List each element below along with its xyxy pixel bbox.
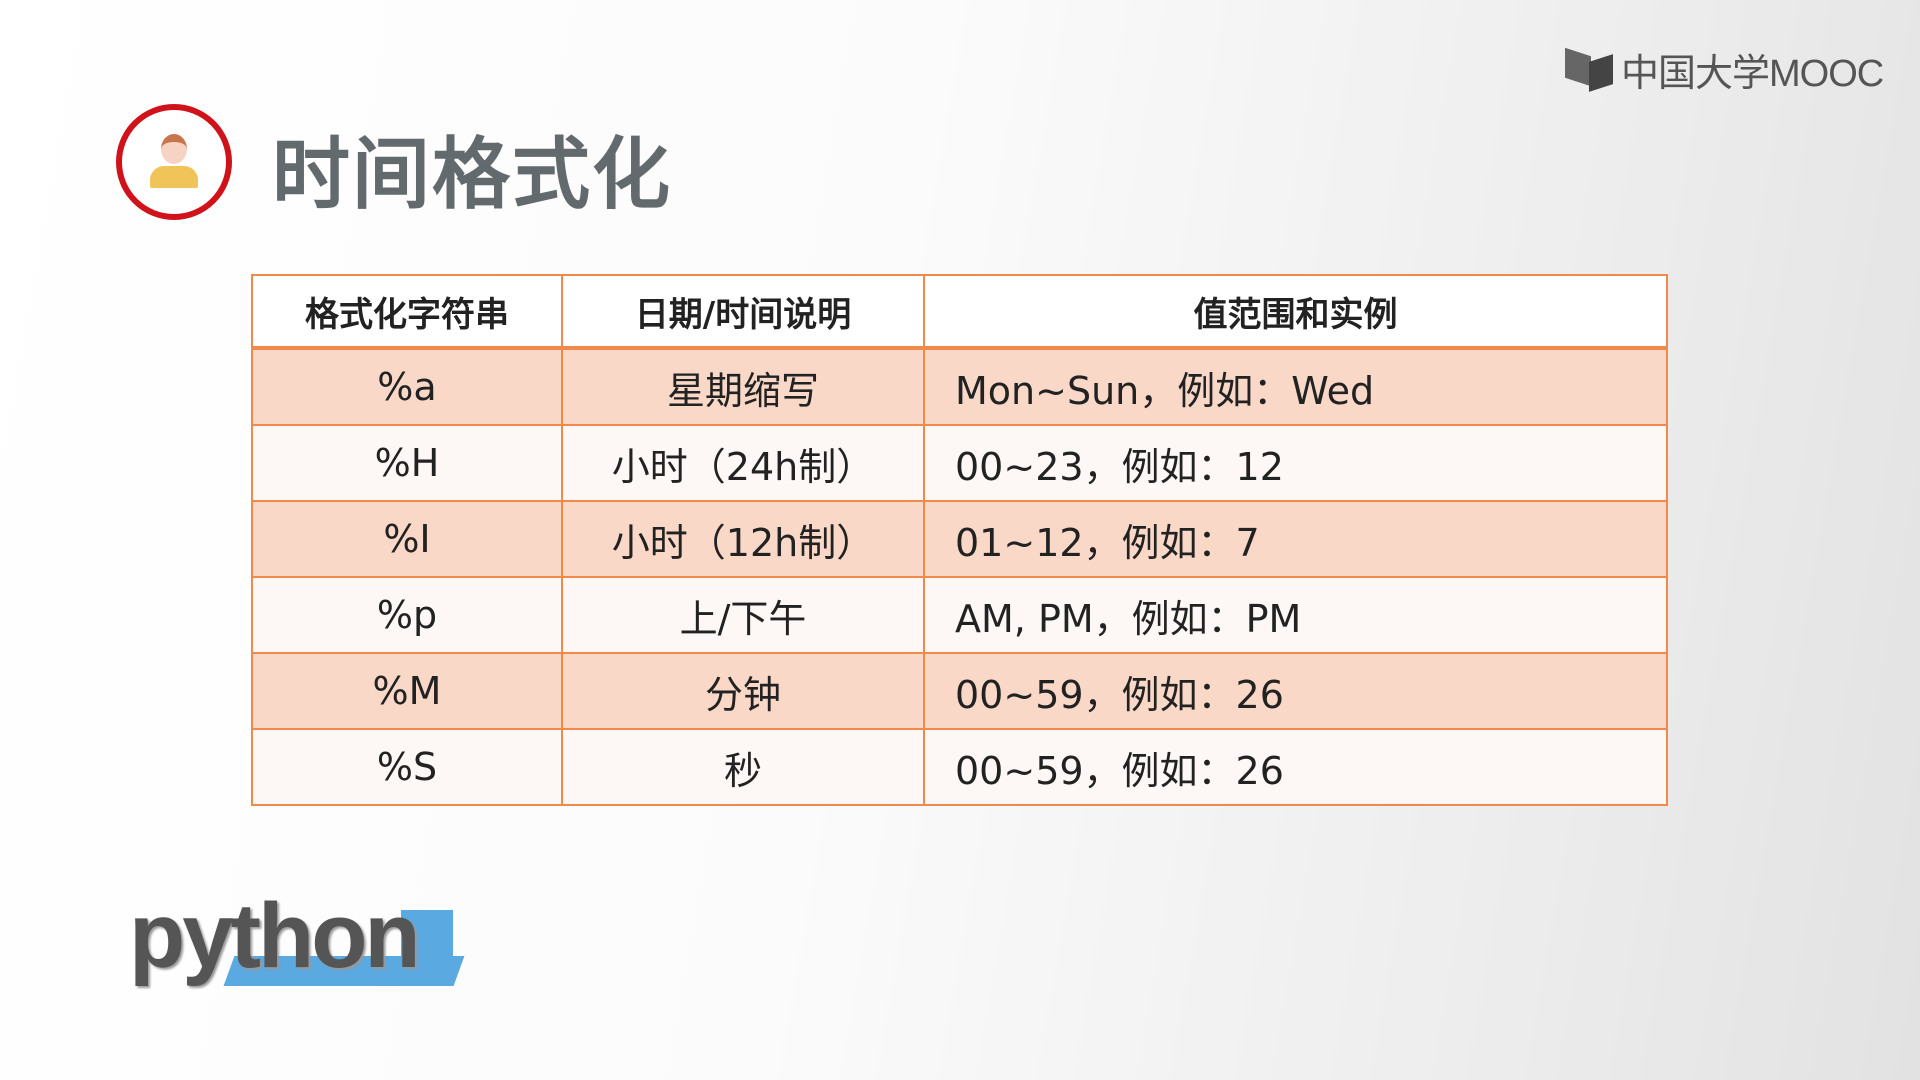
table-row: %M 分钟 00~59，例如：26 (251, 652, 1668, 730)
format-cell: %p (251, 576, 563, 654)
description-cell: 分钟 (561, 652, 925, 730)
format-cell: %I (251, 500, 563, 578)
description-cell: 秒 (561, 728, 925, 806)
format-table: 格式化字符串 日期/时间说明 值范围和实例 %a 星期缩写 Mon~Sun，例如：W… (251, 274, 1668, 806)
description-cell: 上/下午 (561, 576, 925, 654)
python-logo: python (129, 885, 465, 995)
format-cell: %S (251, 728, 563, 806)
description-cell: 小时（24h制） (561, 424, 925, 502)
format-cell: %a (251, 347, 563, 426)
avatar-body (150, 166, 198, 188)
mooc-logo-text: 中国大学MOOC (1621, 53, 1884, 95)
avatar-icon (116, 104, 232, 220)
table-header-row: 格式化字符串 日期/时间说明 值范围和实例 (251, 274, 1668, 350)
header-format: 格式化字符串 (251, 274, 563, 350)
description-cell: 星期缩写 (561, 347, 925, 426)
table-row: %p 上/下午 AM, PM，例如：PM (251, 576, 1668, 654)
python-logo-text: python (129, 885, 421, 987)
description-cell: 小时（12h制） (561, 500, 925, 578)
table-row: %S 秒 00~59，例如：26 (251, 728, 1668, 806)
header-description: 日期/时间说明 (561, 274, 925, 350)
value-cell: AM, PM，例如：PM (923, 576, 1668, 654)
value-cell: 00~59，例如：26 (923, 728, 1668, 806)
page-title: 时间格式化 (272, 130, 673, 220)
format-cell: %H (251, 424, 563, 502)
book-icon (1565, 50, 1615, 90)
avatar-head (161, 134, 187, 164)
value-cell: 01~12，例如：7 (923, 500, 1668, 578)
table-row: %a 星期缩写 Mon~Sun，例如：Wed (251, 347, 1668, 426)
format-cell: %M (251, 652, 563, 730)
value-cell: 00~23，例如：12 (923, 424, 1668, 502)
mooc-logo: 中国大学MOOC (1565, 42, 1884, 97)
header-values: 值范围和实例 (923, 274, 1668, 350)
table-row: %H 小时（24h制） 00~23，例如：12 (251, 424, 1668, 502)
table-row: %I 小时（12h制） 01~12，例如：7 (251, 500, 1668, 578)
value-cell: Mon~Sun，例如：Wed (923, 347, 1668, 426)
value-cell: 00~59，例如：26 (923, 652, 1668, 730)
